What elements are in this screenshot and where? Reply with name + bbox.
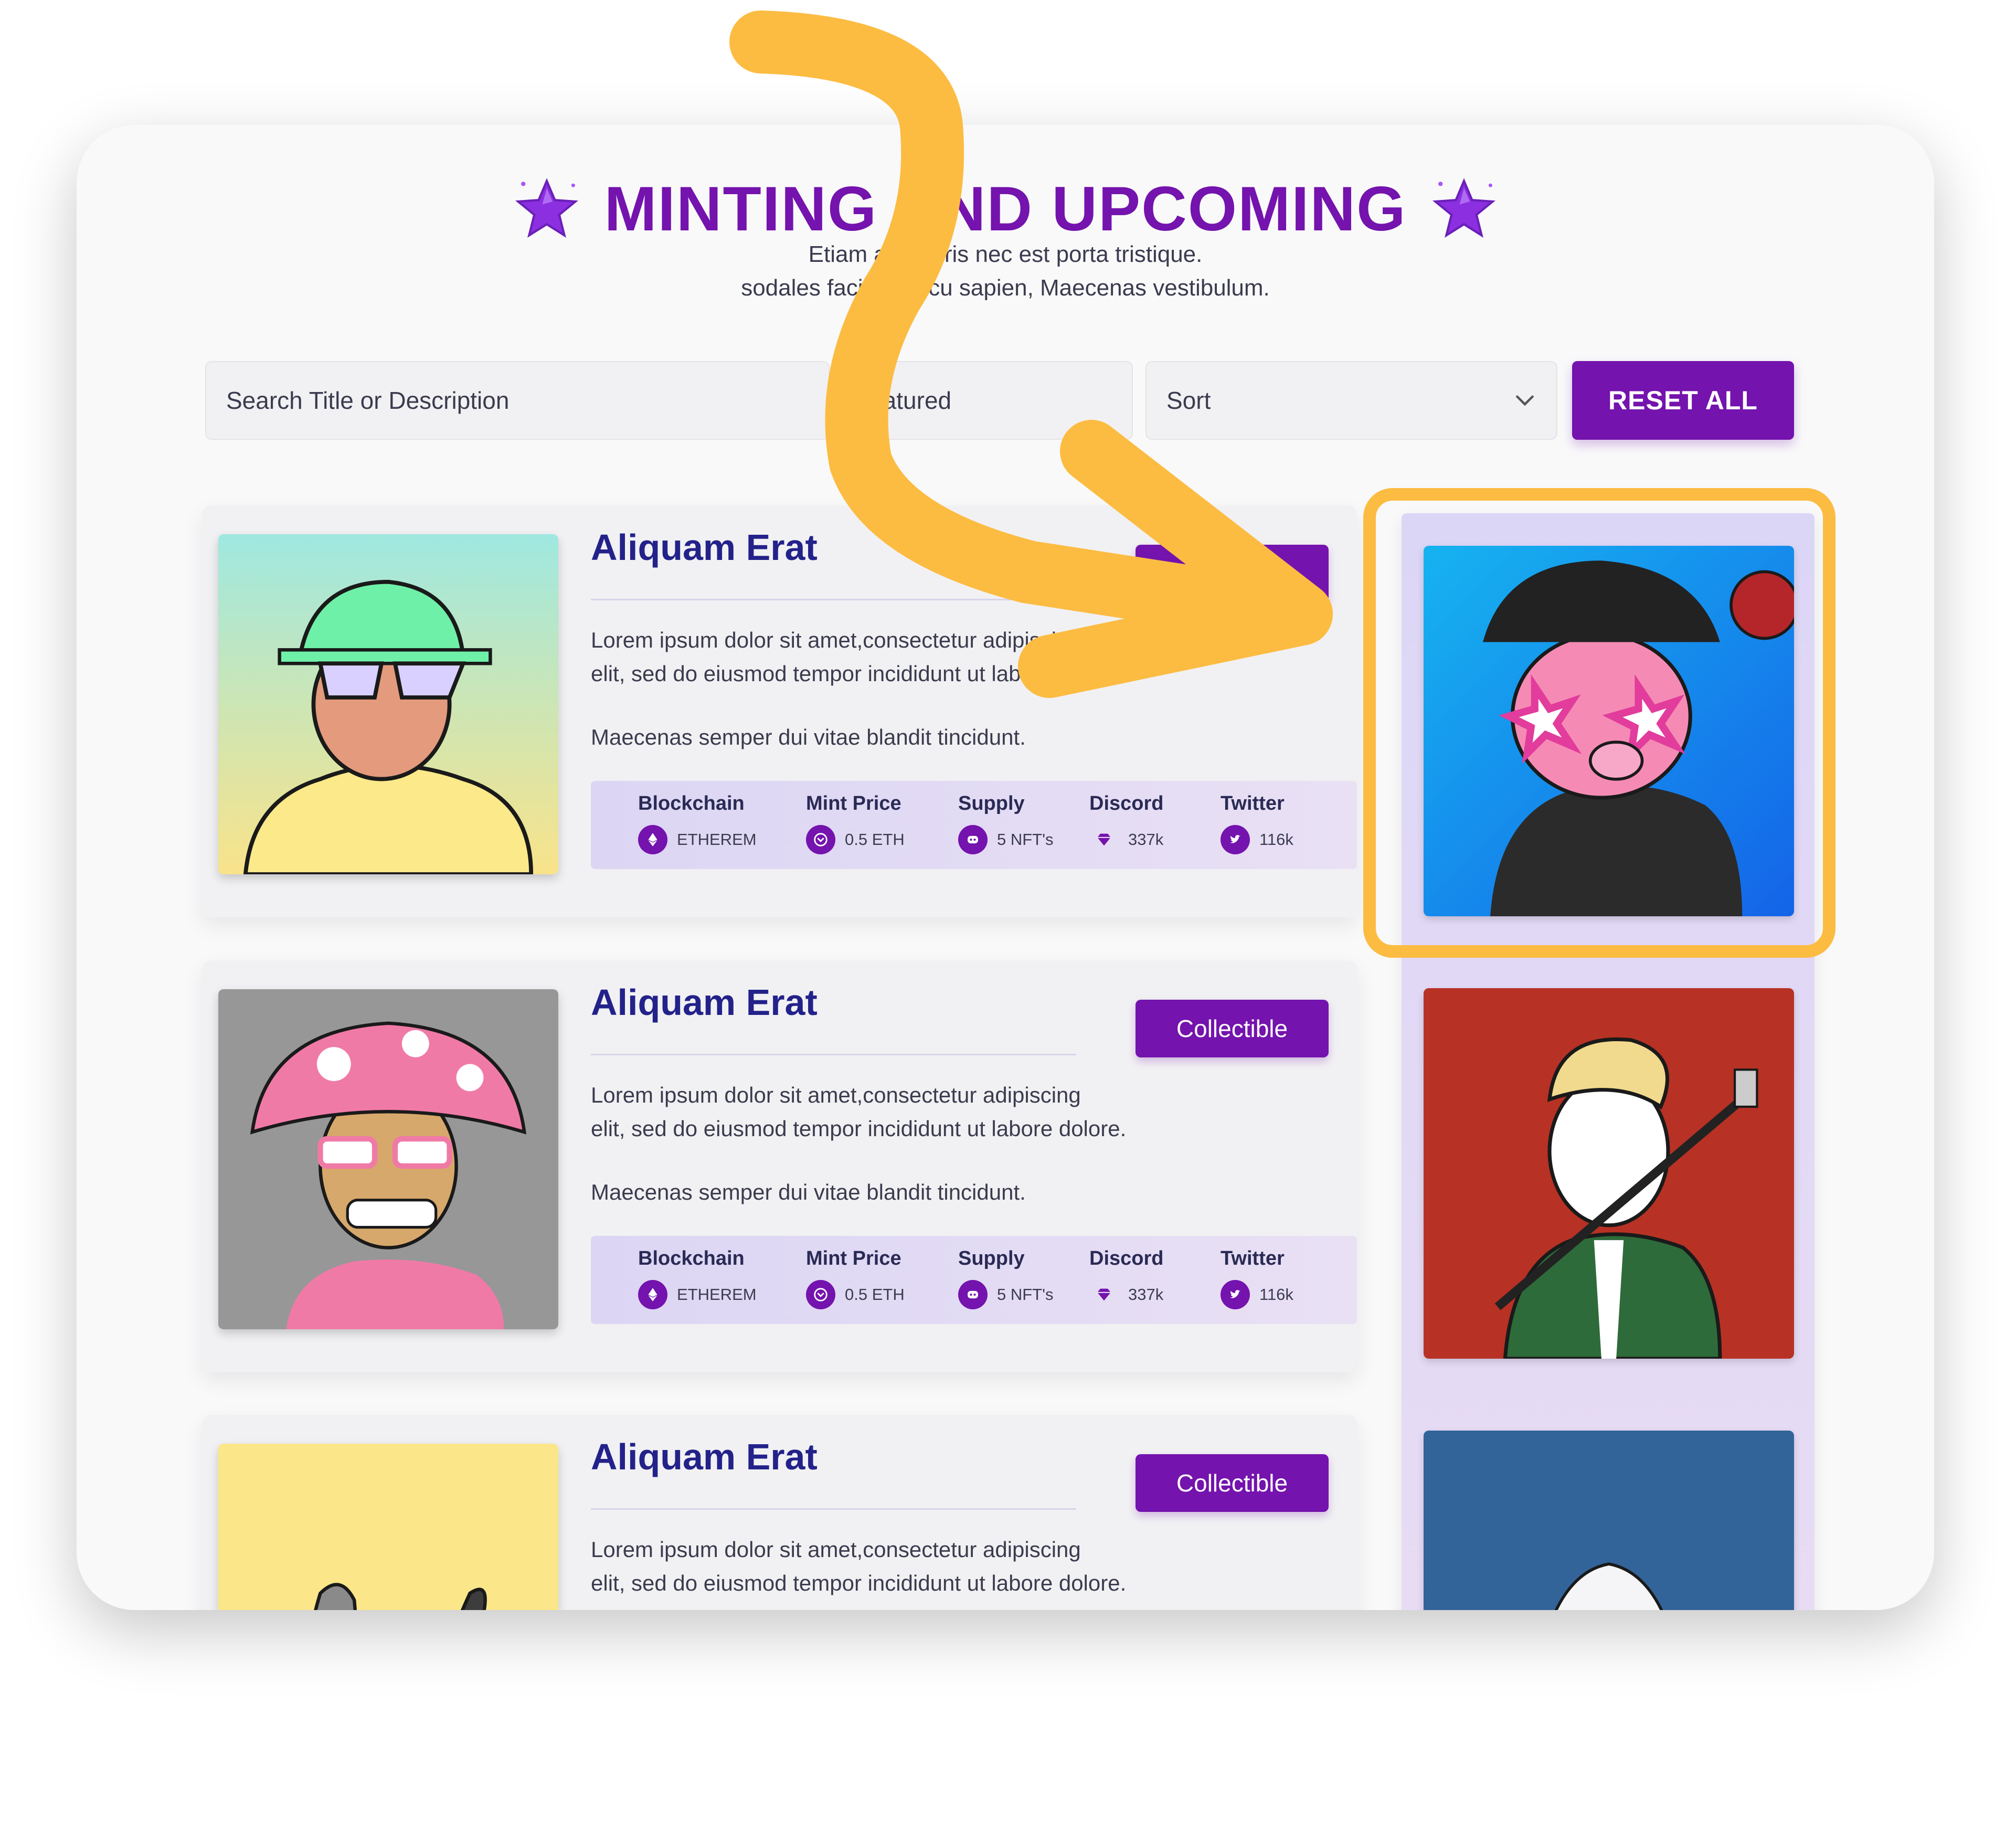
ethereum-icon xyxy=(638,825,667,854)
featured-nft-image[interactable] xyxy=(1424,1431,1794,1610)
stat-value: ETHEREM xyxy=(677,1285,757,1304)
stat-mint-price: Mint Price 0.5 ETH xyxy=(806,1247,905,1309)
title-divider xyxy=(591,1508,1076,1510)
subtitle-line: sodales facilisis arcu sapien, Maecenas … xyxy=(741,275,1270,301)
stat-mint-price: Mint Price 0.5 ETH xyxy=(806,792,905,854)
card-title: Aliquam Erat xyxy=(591,982,818,1023)
description-line: elit, sed do eiusmod tempor incididunt u… xyxy=(591,1571,1127,1595)
page-title: MINTING AND UPCOMING xyxy=(604,174,1407,244)
card-title: Aliquam Erat xyxy=(591,527,818,568)
stat-value: 0.5 ETH xyxy=(845,830,905,849)
stat-label: Mint Price xyxy=(806,792,901,814)
star-icon xyxy=(1433,178,1496,238)
stat-supply: Supply 5 NFT's xyxy=(958,1247,1054,1309)
collectible-button[interactable]: Collectible xyxy=(1136,1454,1329,1512)
stat-label: Discord xyxy=(1089,1247,1164,1269)
diamond-icon xyxy=(1089,825,1119,854)
stat-label: Blockchain xyxy=(638,792,745,814)
nft-image[interactable] xyxy=(218,534,558,874)
card-note: Maecenas semper dui vitae blandit tincid… xyxy=(591,725,1026,749)
nft-image[interactable] xyxy=(218,1444,558,1610)
highlight-frame xyxy=(1363,488,1835,958)
stat-twitter: Twitter 116k xyxy=(1221,792,1293,854)
chevron-down-icon xyxy=(1516,395,1534,406)
search-placeholder: Search Title or Description xyxy=(226,387,510,414)
stat-twitter: Twitter 116k xyxy=(1221,1247,1293,1309)
stat-blockchain: Blockchain ETHEREM xyxy=(638,792,757,854)
stat-supply: Supply 5 NFT's xyxy=(958,792,1054,854)
subtitle-line: Etiam at mauris nec est porta tristique. xyxy=(808,241,1203,267)
search-input[interactable]: Search Title or Description xyxy=(205,361,830,440)
collectible-button[interactable]: Collectible xyxy=(1136,545,1329,602)
nft-card: Aliquam Erat Collectible Lorem ipsum dol… xyxy=(203,960,1357,1372)
ethereum-icon xyxy=(638,1280,667,1309)
sort-select[interactable]: Sort xyxy=(1145,361,1557,440)
stats-bar: Blockchain ETHEREM Mint Price 0.5 ETH Su… xyxy=(591,781,1357,869)
coin-icon xyxy=(806,1280,835,1309)
stat-value: 116k xyxy=(1259,830,1293,849)
stat-value: 116k xyxy=(1259,1285,1293,1304)
stat-discord: Discord 337k xyxy=(1089,1247,1164,1304)
card-description: Lorem ipsum dolor sit amet,consectetur a… xyxy=(591,1078,1299,1146)
card-note: Maecenas semper dui vitae blandit tincid… xyxy=(591,1180,1026,1204)
star-icon xyxy=(515,178,578,238)
stat-label: Supply xyxy=(958,792,1025,814)
stat-value: 0.5 ETH xyxy=(845,1285,905,1304)
coin-icon xyxy=(806,825,835,854)
stat-label: Blockchain xyxy=(638,1247,745,1269)
diamond-icon xyxy=(1089,1280,1119,1309)
title-divider xyxy=(591,1054,1076,1055)
discord-icon xyxy=(958,825,988,854)
featured-label: Featured xyxy=(855,387,952,414)
featured-nft-image[interactable] xyxy=(1424,988,1794,1359)
collectible-button[interactable]: Collectible xyxy=(1136,1000,1329,1057)
nft-image[interactable] xyxy=(218,989,558,1329)
stat-label: Twitter xyxy=(1221,792,1285,814)
twitter-icon xyxy=(1221,1280,1250,1309)
description-line: Lorem ipsum dolor sit amet,consectetur a… xyxy=(591,1083,1081,1107)
sort-label: Sort xyxy=(1166,387,1211,414)
stat-label: Mint Price xyxy=(806,1247,901,1269)
title-divider xyxy=(591,599,1076,600)
stat-blockchain: Blockchain ETHEREM xyxy=(638,1247,757,1309)
stats-bar: Blockchain ETHEREM Mint Price 0.5 ETH Su… xyxy=(591,1236,1357,1324)
nft-card: Aliquam Erat Collectible Lorem ipsum dol… xyxy=(203,505,1357,917)
discord-icon xyxy=(958,1280,988,1309)
featured-select[interactable]: Featured xyxy=(834,361,1133,440)
description-line: Lorem ipsum dolor sit amet,consectetur a… xyxy=(591,1537,1081,1562)
stat-label: Discord xyxy=(1089,792,1164,814)
nft-card: Aliquam Erat Collectible Lorem ipsum dol… xyxy=(203,1415,1357,1610)
stat-discord: Discord 337k xyxy=(1089,792,1164,849)
stat-value: ETHEREM xyxy=(677,830,757,849)
description-line: Lorem ipsum dolor sit amet,consectetur a… xyxy=(591,628,1081,652)
card-description: Lorem ipsum dolor sit amet,consectetur a… xyxy=(591,623,1299,691)
card-description: Lorem ipsum dolor sit amet,consectetur a… xyxy=(591,1533,1299,1600)
stat-value: 5 NFT's xyxy=(997,1285,1054,1304)
stat-value: 337k xyxy=(1128,1285,1164,1304)
description-line: elit, sed do eiusmod tempor incididunt u… xyxy=(591,1116,1127,1141)
description-line: elit, sed do eiusmod tempor incididunt u… xyxy=(591,661,1127,686)
page-subtitle: Etiam at mauris nec est porta tristique.… xyxy=(77,238,1934,305)
reset-all-button[interactable]: RESET ALL xyxy=(1572,361,1794,440)
stat-value: 337k xyxy=(1128,830,1164,849)
stat-value: 5 NFT's xyxy=(997,830,1054,849)
twitter-icon xyxy=(1221,825,1250,854)
stat-label: Supply xyxy=(958,1247,1025,1269)
card-title: Aliquam Erat xyxy=(591,1436,818,1477)
stat-label: Twitter xyxy=(1221,1247,1285,1269)
